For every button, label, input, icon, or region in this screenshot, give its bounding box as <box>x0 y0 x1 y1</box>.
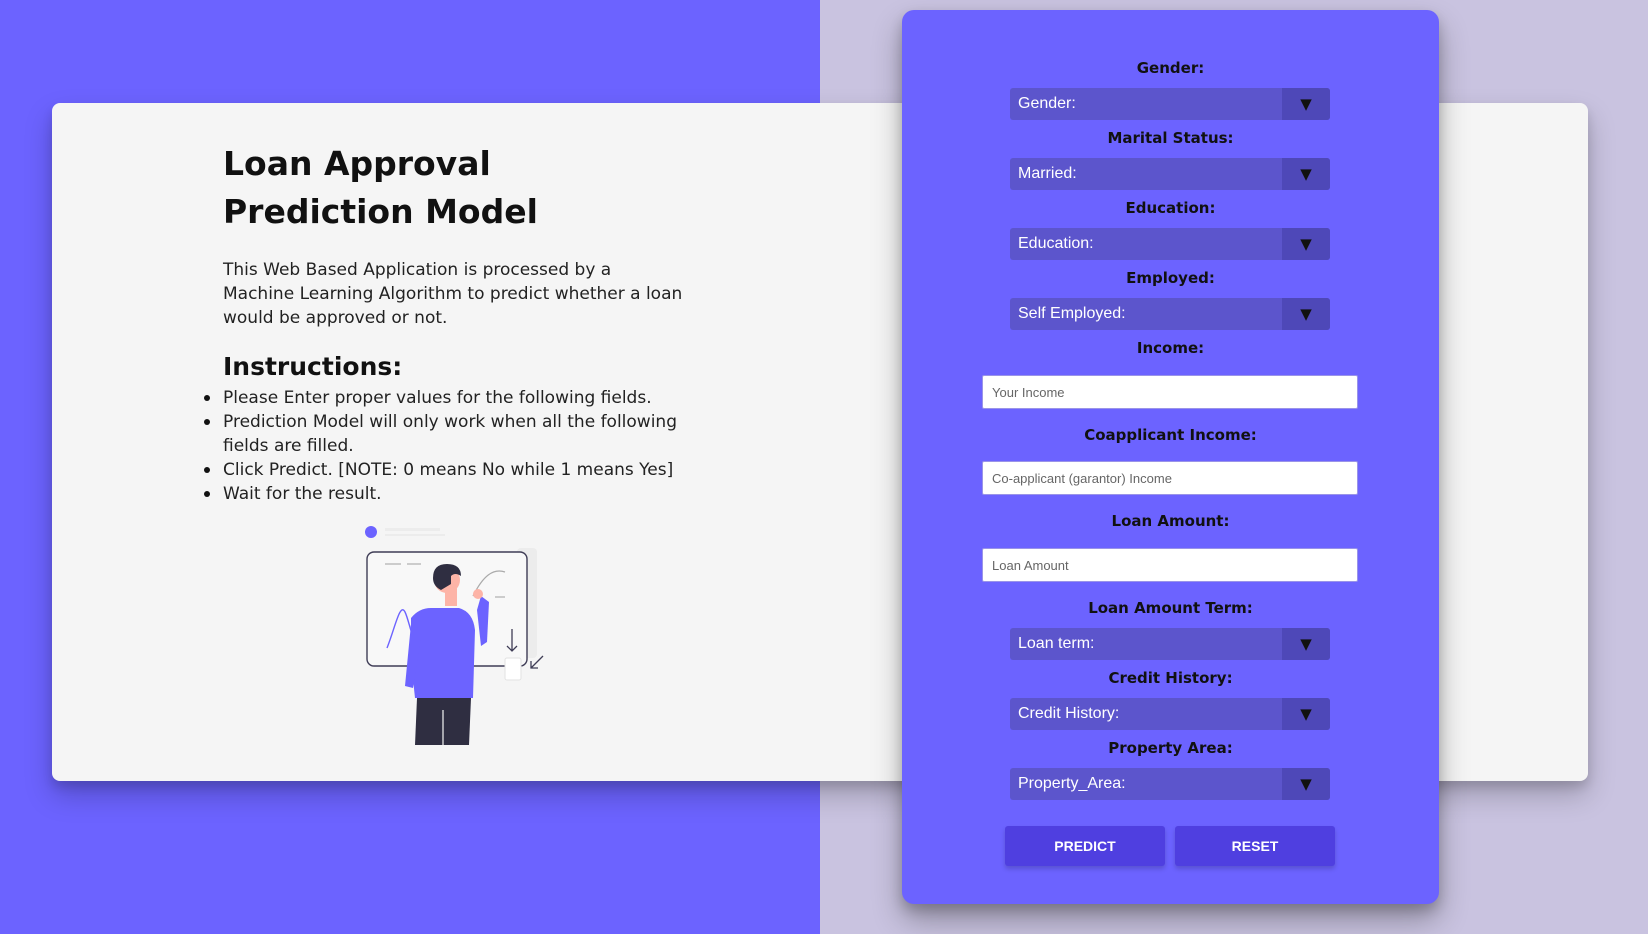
instruction-item: Click Predict. [NOTE: 0 means No while 1… <box>204 458 683 482</box>
education-value: Education: <box>1018 235 1094 252</box>
gender-label: Gender: <box>1136 59 1205 77</box>
loan-amount-input[interactable] <box>982 548 1358 582</box>
page-title: Loan Approval Prediction Model <box>223 144 538 231</box>
credit-history-label: Credit History: <box>1108 669 1233 687</box>
marital-status-select[interactable]: Married: ▼ <box>1010 158 1330 190</box>
property-area-select[interactable]: Property_Area: ▼ <box>1010 768 1330 800</box>
chevron-down-icon: ▼ <box>1282 88 1330 120</box>
presentation-illustration <box>365 526 544 745</box>
credit-history-select[interactable]: Credit History: ▼ <box>1010 698 1330 730</box>
education-label: Education: <box>1125 199 1216 217</box>
education-select[interactable]: Education: ▼ <box>1010 228 1330 260</box>
instructions-list: Please Enter proper values for the follo… <box>204 386 683 506</box>
income-label: Income: <box>1136 339 1205 357</box>
loan-term-select[interactable]: Loan term: ▼ <box>1010 628 1330 660</box>
chevron-down-icon: ▼ <box>1282 228 1330 260</box>
loan-term-label: Loan Amount Term: <box>1088 599 1253 617</box>
employed-value: Self Employed: <box>1018 305 1126 322</box>
employed-label: Employed: <box>1126 269 1215 287</box>
property-area-value: Property_Area: <box>1018 775 1126 792</box>
predict-button[interactable]: PREDICT <box>1005 826 1165 866</box>
prediction-form: Gender: Gender: ▼ Marital Status: Marrie… <box>902 10 1439 904</box>
intro-section: Loan Approval Prediction Model This Web … <box>204 140 683 506</box>
coapplicant-income-label: Coapplicant Income: <box>1084 426 1257 444</box>
marital-status-value: Married: <box>1018 165 1077 182</box>
instruction-item: Wait for the result. <box>204 482 683 506</box>
chevron-down-icon: ▼ <box>1282 628 1330 660</box>
chevron-down-icon: ▼ <box>1282 158 1330 190</box>
instructions-heading: Instructions: <box>223 352 403 381</box>
gender-value: Gender: <box>1018 95 1076 112</box>
reset-button[interactable]: RESET <box>1175 826 1335 866</box>
loan-term-value: Loan term: <box>1018 635 1095 652</box>
chevron-down-icon: ▼ <box>1282 768 1330 800</box>
income-input[interactable] <box>982 375 1358 409</box>
property-area-label: Property Area: <box>1108 739 1233 757</box>
marital-status-label: Marital Status: <box>1107 129 1234 147</box>
loan-amount-label: Loan Amount: <box>1111 512 1230 530</box>
gender-select[interactable]: Gender: ▼ <box>1010 88 1330 120</box>
chevron-down-icon: ▼ <box>1282 698 1330 730</box>
credit-history-value: Credit History: <box>1018 705 1120 722</box>
instruction-item: Please Enter proper values for the follo… <box>204 386 683 410</box>
instruction-item: Prediction Model will only work when all… <box>204 410 683 458</box>
chevron-down-icon: ▼ <box>1282 298 1330 330</box>
intro-description: This Web Based Application is processed … <box>223 260 683 328</box>
coapplicant-income-input[interactable] <box>982 461 1358 495</box>
employed-select[interactable]: Self Employed: ▼ <box>1010 298 1330 330</box>
